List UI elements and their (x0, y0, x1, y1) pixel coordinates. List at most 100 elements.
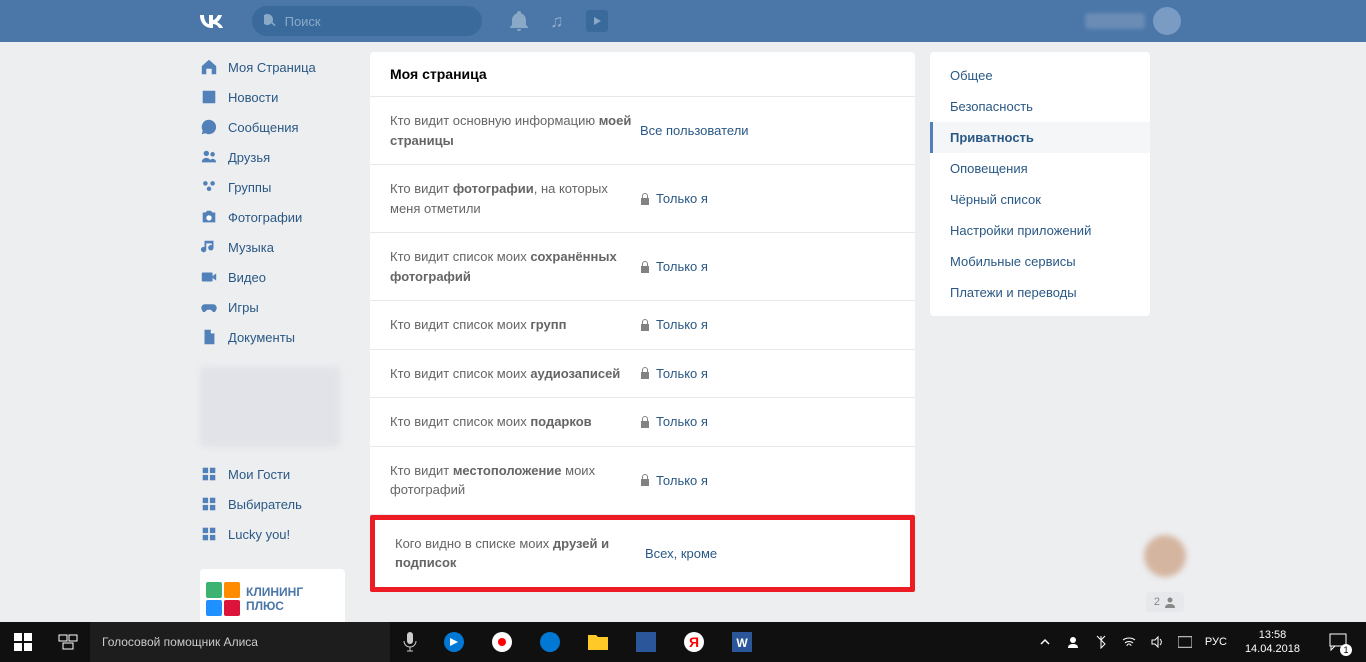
sidebar-item-label: Новости (228, 90, 278, 105)
games-icon (200, 298, 218, 316)
privacy-label: Кто видит местоположение моих фотографий (390, 461, 640, 500)
sidebar-item-games[interactable]: Игры (190, 292, 355, 322)
home-icon (200, 58, 218, 76)
taskbar-app-1[interactable] (430, 622, 478, 662)
tab-security[interactable]: Безопасность (930, 91, 1150, 122)
privacy-value-selector[interactable]: Только я (640, 366, 708, 381)
start-button[interactable] (0, 622, 45, 662)
sidebar-app-selector[interactable]: Выбиратель (190, 489, 355, 519)
lock-icon (640, 193, 650, 205)
counter-badge[interactable]: 2 (1146, 592, 1184, 612)
friends-icon (200, 148, 218, 166)
tab-general[interactable]: Общее (930, 60, 1150, 91)
counter-value: 2 (1154, 596, 1160, 608)
taskbar-app-5[interactable] (622, 622, 670, 662)
tray-keyboard-icon[interactable] (1177, 634, 1193, 650)
task-view-button[interactable] (45, 622, 90, 662)
sidebar-item-friends[interactable]: Друзья (190, 142, 355, 172)
sidebar-item-video[interactable]: Видео (190, 262, 355, 292)
main-content: Моя страница Кто видит основную информац… (370, 52, 915, 629)
sidebar-app-guests[interactable]: Мои Гости (190, 459, 355, 489)
taskbar-app-edge[interactable] (526, 622, 574, 662)
tab-notifications[interactable]: Оповещения (930, 153, 1150, 184)
floating-avatar[interactable] (1144, 535, 1186, 577)
privacy-value-selector[interactable]: Все пользователи (640, 123, 749, 138)
news-icon (200, 88, 218, 106)
sidebar-item-photos[interactable]: Фотографии (190, 202, 355, 232)
search-box[interactable] (252, 6, 482, 36)
svg-text:Я: Я (689, 634, 699, 650)
avatar (1153, 7, 1181, 35)
photos-icon (200, 208, 218, 226)
search-input[interactable] (285, 14, 470, 29)
privacy-label: Кто видит фотографии, на которых меня от… (390, 179, 640, 218)
sidebar-item-label: Игры (228, 300, 259, 315)
tray-bluetooth-icon[interactable] (1093, 634, 1109, 650)
taskbar-clock[interactable]: 13:58 14.04.2018 (1239, 628, 1306, 657)
play-button[interactable] (586, 10, 608, 32)
privacy-row-basic-info: Кто видит основную информацию моей стран… (370, 97, 915, 165)
system-tray: РУС 13:58 14.04.2018 1 (1037, 622, 1366, 662)
person-icon (1164, 596, 1176, 608)
page-title: Моя страница (370, 52, 915, 97)
music-icon[interactable]: ♫ (550, 11, 564, 32)
tray-volume-icon[interactable] (1149, 634, 1165, 650)
sidebar-item-mypage[interactable]: Моя Страница (190, 52, 355, 82)
ad-banner[interactable]: КЛИНИНГ ПЛЮС (200, 569, 345, 629)
action-center-button[interactable]: 1 (1318, 622, 1358, 662)
left-sidebar: Моя Страница Новости Сообщения Друзья Гр… (190, 52, 355, 629)
mic-button[interactable] (390, 632, 430, 652)
tab-privacy[interactable]: Приватность (930, 122, 1150, 153)
taskbar-app-explorer[interactable] (574, 622, 622, 662)
tab-blacklist[interactable]: Чёрный список (930, 184, 1150, 215)
user-menu[interactable] (1085, 7, 1181, 35)
taskbar-app-word[interactable]: W (718, 622, 766, 662)
tray-wifi-icon[interactable] (1121, 634, 1137, 650)
taskbar-app-yandex[interactable] (478, 622, 526, 662)
cortana-text: Голосовой помощник Алиса (102, 635, 258, 649)
messages-icon (200, 118, 218, 136)
groups-icon (200, 178, 218, 196)
lock-icon (640, 474, 650, 486)
taskbar-date: 14.04.2018 (1245, 642, 1300, 656)
sidebar-item-documents[interactable]: Документы (190, 322, 355, 352)
privacy-label: Кто видит список моих сохранённых фотогр… (390, 247, 640, 286)
privacy-value-selector[interactable]: Только я (640, 317, 708, 332)
tab-mobile[interactable]: Мобильные сервисы (930, 246, 1150, 277)
sidebar-item-news[interactable]: Новости (190, 82, 355, 112)
sidebar-item-messages[interactable]: Сообщения (190, 112, 355, 142)
privacy-row-friends-list: Кого видно в списке моих друзей и подпис… (375, 520, 910, 587)
privacy-label: Кто видит список моих аудиозаписей (390, 364, 640, 384)
top-header: ♫ (0, 0, 1366, 42)
sidebar-app-lucky[interactable]: Lucky you! (190, 519, 355, 549)
privacy-value-selector[interactable]: Всех, кроме (645, 546, 717, 561)
sidebar-item-label: Группы (228, 180, 271, 195)
cortana-search[interactable]: Голосовой помощник Алиса (90, 622, 390, 662)
privacy-row-tagged-photos: Кто видит фотографии, на которых меня от… (370, 165, 915, 233)
lock-icon (640, 367, 650, 379)
privacy-value-selector[interactable]: Только я (640, 473, 708, 488)
sidebar-item-label: Фотографии (228, 210, 302, 225)
sidebar-item-label: Видео (228, 270, 266, 285)
app-grid-icon (200, 465, 218, 483)
app-grid-icon (200, 525, 218, 543)
privacy-value-selector[interactable]: Только я (640, 191, 708, 206)
tray-chevron-icon[interactable] (1037, 634, 1053, 650)
taskbar-time: 13:58 (1245, 628, 1300, 642)
sidebar-item-music[interactable]: Музыка (190, 232, 355, 262)
ad-icons (206, 582, 240, 616)
tab-app-settings[interactable]: Настройки приложений (930, 215, 1150, 246)
privacy-row-groups: Кто видит список моих групп Только я (370, 301, 915, 350)
privacy-label: Кто видит список моих подарков (390, 412, 640, 432)
sidebar-item-label: Музыка (228, 240, 274, 255)
privacy-value-selector[interactable]: Только я (640, 259, 708, 274)
tab-payments[interactable]: Платежи и переводы (930, 277, 1150, 308)
vk-logo[interactable] (190, 8, 232, 34)
language-indicator[interactable]: РУС (1205, 636, 1227, 648)
sidebar-item-label: Моя Страница (228, 60, 316, 75)
privacy-value-selector[interactable]: Только я (640, 414, 708, 429)
sidebar-item-groups[interactable]: Группы (190, 172, 355, 202)
taskbar-app-yandex2[interactable]: Я (670, 622, 718, 662)
tray-people-icon[interactable] (1065, 634, 1081, 650)
bell-icon[interactable] (510, 11, 528, 31)
